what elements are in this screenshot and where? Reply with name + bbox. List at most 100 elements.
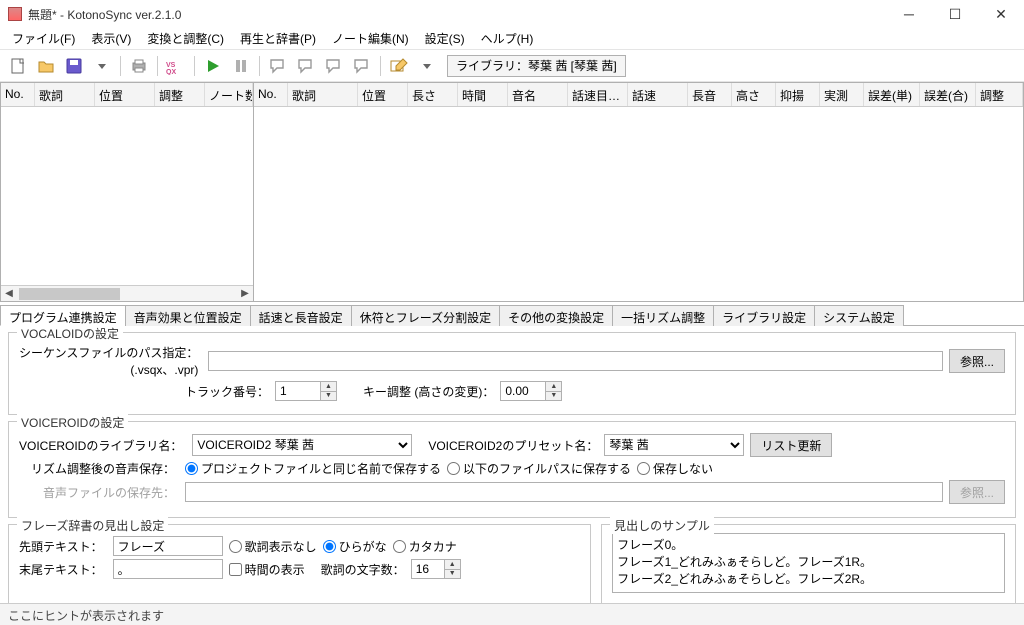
col-len[interactable]: 長さ	[408, 83, 458, 106]
vr-lib-label: VOICEROIDのライブラリ名：	[19, 437, 186, 454]
speech-4-button[interactable]	[350, 54, 374, 78]
tail-text-input[interactable]	[113, 559, 223, 579]
titlebar: 無題* - KotonoSync ver.2.1.0 ─ ☐ ✕	[0, 0, 1024, 28]
menu-help[interactable]: ヘルプ(H)	[473, 28, 542, 49]
spin-up-icon[interactable]: ▲	[321, 382, 336, 392]
menu-settings[interactable]: 設定(S)	[417, 28, 473, 49]
spin-down-icon[interactable]: ▼	[321, 392, 336, 401]
menu-play[interactable]: 再生と辞書(P)	[232, 28, 324, 49]
key-label: キー調整 (高さの変更)：	[363, 383, 494, 400]
lyrics-hiragana[interactable]: ひらがな	[323, 538, 387, 555]
update-list-button[interactable]: リスト更新	[750, 433, 832, 457]
track-spinner[interactable]: ▲▼	[275, 381, 337, 401]
left-grid[interactable]: No. 歌詞 位置 調整 ノート数 ◀▶	[0, 82, 254, 302]
lyrics-none[interactable]: 歌詞表示なし	[229, 538, 317, 555]
col-err2[interactable]: 誤差(合)	[920, 83, 976, 106]
vsqx-convert-button[interactable]: VSQX	[164, 54, 188, 78]
browse-savepath-button: 参照...	[949, 480, 1005, 504]
left-scrollbar[interactable]: ◀▶	[1, 285, 253, 301]
tab-program-link[interactable]: プログラム連携設定	[0, 305, 126, 326]
save-opt-1[interactable]: プロジェクトファイルと同じ名前で保存する	[185, 460, 441, 477]
tab-library[interactable]: ライブラリ設定	[713, 305, 815, 326]
col-pos[interactable]: 位置	[95, 83, 155, 106]
vr-savepath-input	[185, 482, 943, 502]
vr-preset-select[interactable]: 琴葉 茜	[604, 434, 744, 456]
spin-up-icon[interactable]: ▲	[546, 382, 561, 392]
vocaloid-group: VOCALOIDの設定 シーケンスファイルのパス指定： (.vsqx、.vpr)…	[8, 332, 1016, 415]
new-file-button[interactable]	[6, 54, 30, 78]
close-button[interactable]: ✕	[978, 0, 1024, 28]
minimize-button[interactable]: ─	[886, 0, 932, 28]
window-title: 無題* - KotonoSync ver.2.1.0	[28, 6, 886, 23]
phrase-legend: フレーズ辞書の見出し設定	[17, 517, 168, 534]
col-no[interactable]: No.	[1, 83, 35, 106]
play-button[interactable]	[201, 54, 225, 78]
tab-speed[interactable]: 話速と長音設定	[250, 305, 352, 326]
col-err1[interactable]: 誤差(単)	[864, 83, 920, 106]
browse-seq-button[interactable]: 参照...	[949, 349, 1005, 373]
save-opt-3[interactable]: 保存しない	[637, 460, 713, 477]
col-speed-tgt[interactable]: 話速目…	[568, 83, 628, 106]
col-no[interactable]: No.	[254, 83, 288, 106]
menu-view[interactable]: 表示(V)	[83, 28, 139, 49]
maximize-button[interactable]: ☐	[932, 0, 978, 28]
library-display: ライブラリ：琴葉 茜 [琴葉 茜]	[447, 55, 626, 77]
dropdown-icon[interactable]	[90, 54, 114, 78]
vr-savepath-label: 音声ファイルの保存先：	[19, 484, 179, 501]
col-long[interactable]: 長音	[688, 83, 732, 106]
spin-up-icon[interactable]: ▲	[445, 560, 460, 570]
col-pos[interactable]: 位置	[358, 83, 408, 106]
save-opt-2[interactable]: 以下のファイルパスに保存する	[447, 460, 631, 477]
voiceroid-legend: VOICEROIDの設定	[17, 414, 128, 431]
lyrics-katakana[interactable]: カタカナ	[393, 538, 457, 555]
col-pitch[interactable]: 高さ	[732, 83, 776, 106]
speech-3-button[interactable]	[322, 54, 346, 78]
pause-button[interactable]	[229, 54, 253, 78]
char-count-label: 歌詞の文字数：	[321, 561, 405, 578]
print-button[interactable]	[127, 54, 151, 78]
left-grid-body[interactable]	[1, 107, 253, 285]
spin-down-icon[interactable]: ▼	[546, 392, 561, 401]
sample-group: 見出しのサンプル フレーズ0。 フレーズ1_どれみふぁそらしど。フレーズ1R。 …	[601, 524, 1016, 603]
save-button[interactable]	[62, 54, 86, 78]
vr-lib-select[interactable]: VOICEROID2 琴葉 茜	[192, 434, 412, 456]
col-time[interactable]: 時間	[458, 83, 508, 106]
col-meas[interactable]: 実測	[820, 83, 864, 106]
menu-convert[interactable]: 変換と調整(C)	[139, 28, 232, 49]
seq-path-label: シーケンスファイルのパス指定： (.vsqx、.vpr)	[19, 344, 202, 378]
settings-tabs: プログラム連携設定 音声効果と位置設定 話速と長音設定 休符とフレーズ分割設定 …	[0, 304, 1024, 326]
right-grid[interactable]: No. 歌詞 位置 長さ 時間 音名 話速目… 話速 長音 高さ 抑揚 実測 誤…	[254, 82, 1024, 302]
spin-down-icon[interactable]: ▼	[445, 570, 460, 579]
key-spinner[interactable]: ▲▼	[500, 381, 562, 401]
svg-text:QX: QX	[166, 69, 176, 75]
tab-system[interactable]: システム設定	[814, 305, 904, 326]
dropdown-icon[interactable]	[415, 54, 439, 78]
right-grid-body[interactable]	[254, 107, 1023, 301]
head-text-label: 先頭テキスト：	[19, 538, 107, 555]
col-adj[interactable]: 調整	[155, 83, 205, 106]
right-grid-header: No. 歌詞 位置 長さ 時間 音名 話速目… 話速 長音 高さ 抑揚 実測 誤…	[254, 83, 1023, 107]
col-note[interactable]: 音名	[508, 83, 568, 106]
speech-2-button[interactable]	[294, 54, 318, 78]
col-adj[interactable]: 調整	[976, 83, 1023, 106]
show-time-check[interactable]: 時間の表示	[229, 561, 305, 578]
col-speed[interactable]: 話速	[628, 83, 688, 106]
open-file-button[interactable]	[34, 54, 58, 78]
seq-path-input[interactable]	[208, 351, 943, 371]
tab-other-conv[interactable]: その他の変換設定	[499, 305, 613, 326]
tab-audio-effect[interactable]: 音声効果と位置設定	[125, 305, 251, 326]
tab-rest-split[interactable]: 休符とフレーズ分割設定	[351, 305, 500, 326]
toolbar: VSQX ライブラリ：琴葉 茜 [琴葉 茜]	[0, 50, 1024, 82]
edit-note-button[interactable]	[387, 54, 411, 78]
menu-note[interactable]: ノート編集(N)	[324, 28, 417, 49]
voiceroid-group: VOICEROIDの設定 VOICEROIDのライブラリ名： VOICEROID…	[8, 421, 1016, 518]
col-inton[interactable]: 抑揚	[776, 83, 820, 106]
col-lyrics[interactable]: 歌詞	[288, 83, 358, 106]
head-text-input[interactable]	[113, 536, 223, 556]
tab-rhythm[interactable]: 一括リズム調整	[612, 305, 714, 326]
menu-file[interactable]: ファイル(F)	[4, 28, 83, 49]
col-lyrics[interactable]: 歌詞	[35, 83, 95, 106]
char-count-spinner[interactable]: ▲▼	[411, 559, 461, 579]
col-notes[interactable]: ノート数	[205, 83, 253, 106]
speech-1-button[interactable]	[266, 54, 290, 78]
